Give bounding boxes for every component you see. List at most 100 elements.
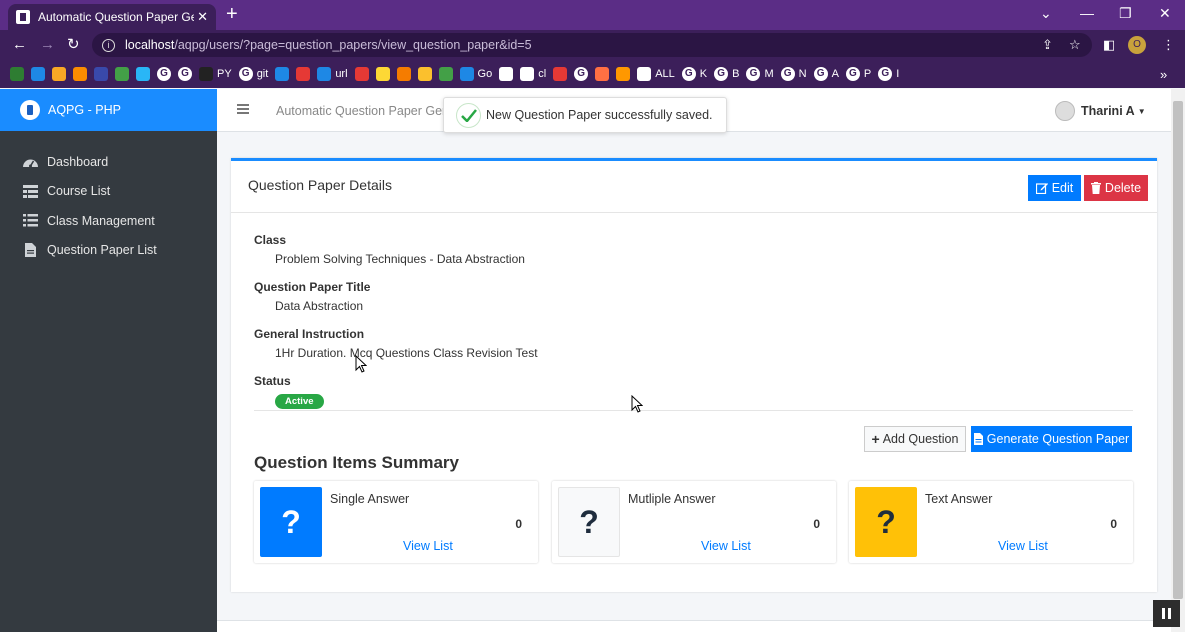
- add-question-button[interactable]: + Add Question: [864, 426, 966, 452]
- bookmark-item[interactable]: ALL: [637, 67, 675, 81]
- tab-search-icon[interactable]: ⌄: [1040, 5, 1052, 22]
- pause-icon[interactable]: [1153, 600, 1180, 627]
- bookmark-item[interactable]: G: [574, 67, 589, 81]
- bookmark-favicon-icon: [375, 67, 390, 81]
- close-window-icon[interactable]: ✕: [1159, 5, 1171, 22]
- instruction-value: 1Hr Duration. Mcq Questions Class Revisi…: [275, 346, 538, 360]
- bookmark-item[interactable]: GB: [714, 67, 739, 81]
- bookmark-item[interactable]: [396, 67, 411, 81]
- sidebar-item-course-list[interactable]: Course List: [0, 177, 217, 207]
- bookmark-item[interactable]: [499, 67, 514, 81]
- bookmark-item[interactable]: GN: [780, 67, 807, 81]
- bookmark-item[interactable]: [438, 67, 453, 81]
- page-scrollbar[interactable]: [1171, 89, 1185, 632]
- bookmark-item[interactable]: [375, 67, 390, 81]
- bookmark-item[interactable]: [31, 67, 45, 81]
- sidebar-item-class-management[interactable]: Class Management: [0, 206, 217, 236]
- bookmark-item[interactable]: GI: [878, 67, 899, 81]
- trash-icon: [1090, 182, 1101, 194]
- side-panel-icon[interactable]: ◧: [1103, 37, 1115, 53]
- browser-tab[interactable]: Automatic Question Paper Gene ✕: [8, 4, 216, 30]
- bookmark-item[interactable]: PY: [199, 67, 232, 81]
- google-icon: G: [813, 67, 828, 81]
- bookmark-item[interactable]: [10, 67, 24, 81]
- tab-close-icon[interactable]: ✕: [197, 9, 208, 25]
- bookmark-star-icon[interactable]: ☆: [1069, 37, 1081, 53]
- view-list-link[interactable]: View List: [701, 539, 751, 553]
- bookmark-label: N: [798, 68, 807, 80]
- footer: [217, 620, 1171, 632]
- bookmark-label: PY: [217, 68, 232, 80]
- generate-question-paper-button[interactable]: Generate Question Paper: [971, 426, 1132, 452]
- bookmark-item[interactable]: [417, 67, 432, 81]
- google-icon: G: [574, 67, 589, 81]
- bookmark-item[interactable]: Go: [459, 67, 492, 81]
- check-icon: [456, 102, 481, 128]
- bookmark-item[interactable]: [553, 67, 568, 81]
- google-icon: G: [681, 67, 696, 81]
- summary-box-multiple-answer: ? Mutliple Answer 0 View List: [552, 481, 836, 563]
- sidebar-item-question-paper-list[interactable]: Question Paper List: [0, 236, 217, 266]
- bookmark-item[interactable]: GP: [845, 67, 871, 81]
- bookmark-item[interactable]: [115, 67, 129, 81]
- bookmark-item[interactable]: url: [317, 67, 348, 81]
- bookmark-label: B: [732, 68, 740, 80]
- scrollbar-thumb[interactable]: [1173, 101, 1183, 599]
- bookmark-item[interactable]: [136, 67, 150, 81]
- new-tab-button[interactable]: +: [226, 4, 238, 24]
- bookmark-favicon-icon: [115, 67, 129, 81]
- bookmark-item[interactable]: GA: [813, 67, 839, 81]
- bookmark-item[interactable]: [616, 67, 631, 81]
- toast-message: New Question Paper successfully saved.: [486, 108, 713, 122]
- hamburger-menu-icon[interactable]: [237, 104, 249, 114]
- bookmark-item[interactable]: [94, 67, 108, 81]
- menu-kebab-icon[interactable]: ⋮: [1162, 37, 1175, 53]
- url-bar[interactable]: i localhost/aqpg/users/?page=question_pa…: [92, 33, 1092, 57]
- share-icon[interactable]: ⇪: [1042, 37, 1053, 53]
- delete-button[interactable]: Delete: [1084, 175, 1148, 201]
- success-toast: New Question Paper successfully saved.: [443, 97, 727, 133]
- user-menu[interactable]: Tharini A ▼: [1055, 101, 1146, 121]
- bookmark-item[interactable]: GM: [746, 67, 774, 81]
- edit-icon: [1035, 183, 1048, 194]
- bookmark-item[interactable]: [52, 67, 66, 81]
- view-list-link[interactable]: View List: [998, 539, 1048, 553]
- bookmark-favicon-icon: [317, 67, 332, 81]
- site-info-icon[interactable]: i: [102, 38, 115, 52]
- view-list-link[interactable]: View List: [403, 539, 453, 553]
- bookmark-item[interactable]: GK: [681, 67, 707, 81]
- bookmark-favicon-icon: [199, 67, 213, 81]
- brand-name: AQPG - PHP: [48, 103, 121, 117]
- edit-button[interactable]: Edit: [1028, 175, 1081, 201]
- google-icon: G: [238, 67, 253, 81]
- bookmark-item[interactable]: [354, 67, 369, 81]
- bookmark-favicon-icon: [94, 67, 108, 81]
- summary-label: Text Answer: [925, 492, 993, 506]
- reload-icon[interactable]: ↻: [67, 36, 80, 54]
- back-icon[interactable]: ←: [12, 36, 27, 54]
- bookmark-item[interactable]: Ggit: [238, 67, 268, 81]
- bookmark-favicon-icon: [52, 67, 66, 81]
- bookmark-item[interactable]: [73, 67, 87, 81]
- bookmark-item[interactable]: [595, 67, 610, 81]
- bookmark-item[interactable]: [296, 67, 311, 81]
- bookmark-item[interactable]: [275, 67, 290, 81]
- paper-title-value: Data Abstraction: [275, 299, 364, 313]
- bookmark-favicon-icon: [31, 67, 45, 81]
- google-icon: G: [178, 67, 192, 81]
- minimize-icon[interactable]: —: [1080, 5, 1094, 21]
- brand-link[interactable]: AQPG - PHP: [0, 89, 217, 131]
- mouse-cursor-icon: [631, 395, 643, 413]
- sidebar-item-dashboard[interactable]: Dashboard: [0, 147, 217, 177]
- profile-avatar[interactable]: O: [1128, 36, 1146, 54]
- restore-icon[interactable]: ❐: [1119, 5, 1132, 22]
- bookmark-item[interactable]: cl: [520, 67, 546, 81]
- question-mark-icon: ?: [260, 487, 322, 557]
- forward-icon[interactable]: →: [40, 36, 55, 54]
- bookmarks-overflow-icon[interactable]: »: [1160, 67, 1167, 82]
- bookmark-item[interactable]: G: [157, 67, 171, 81]
- bookmark-item[interactable]: G: [178, 67, 192, 81]
- status-badge: Active: [275, 394, 324, 409]
- caret-down-icon: ▼: [1137, 106, 1146, 116]
- sidebar-item-label: Class Management: [47, 213, 155, 228]
